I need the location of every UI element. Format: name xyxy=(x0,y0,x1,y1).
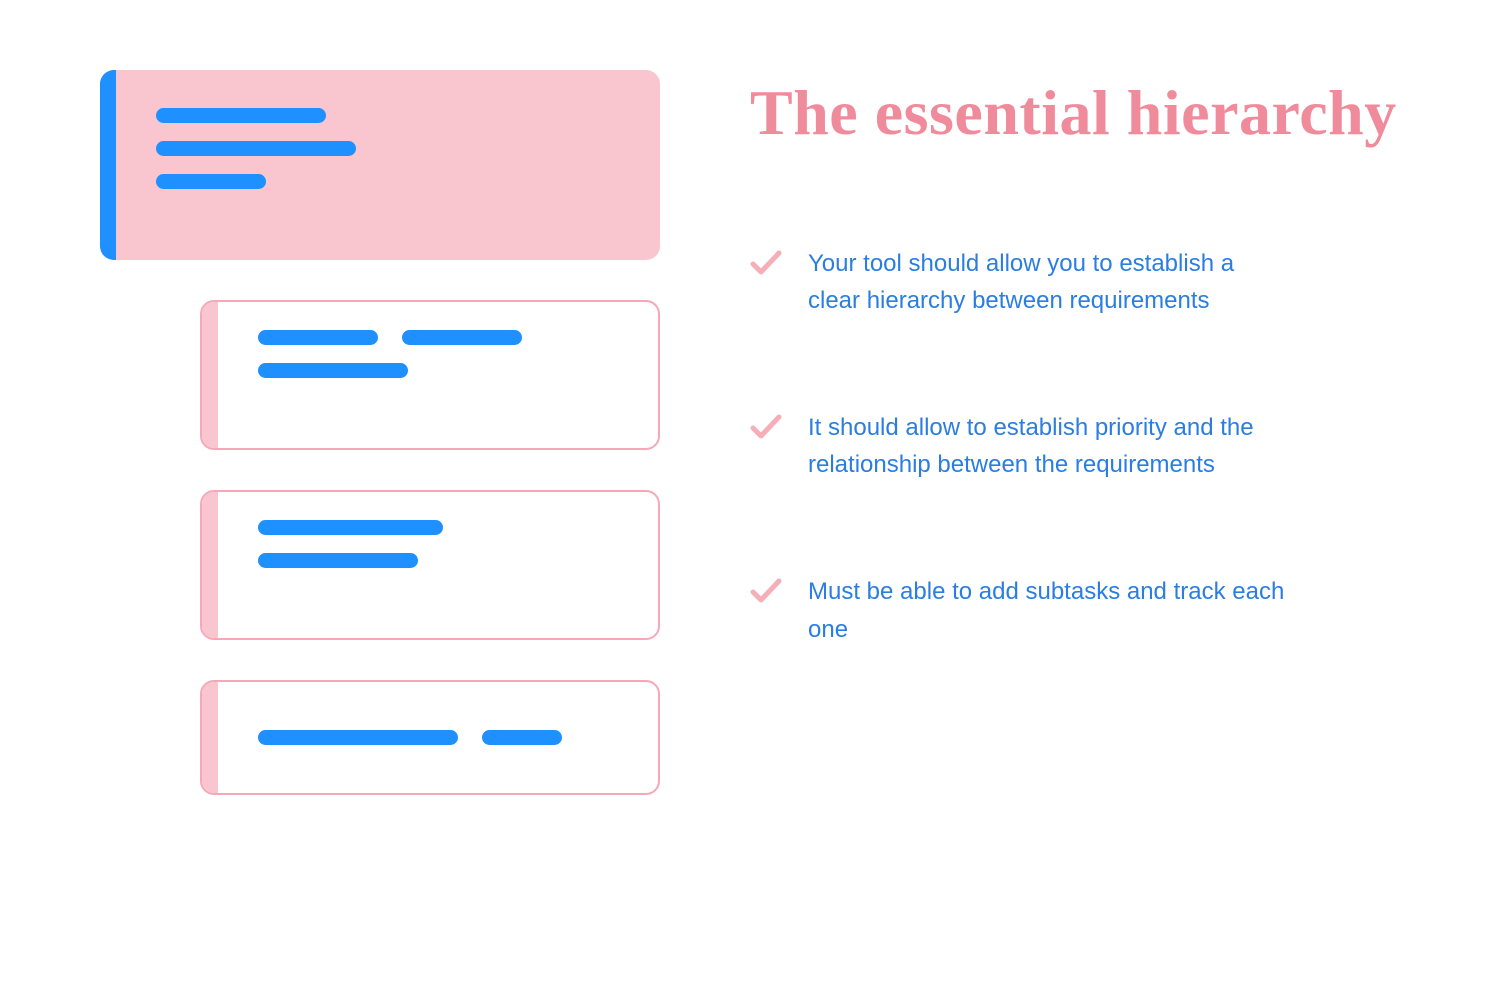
check-icon xyxy=(750,577,782,605)
text-bar-icon xyxy=(156,141,356,156)
bullet-list: Your tool should allow you to establish … xyxy=(750,245,1420,648)
text-bar-icon xyxy=(258,553,418,568)
hierarchy-child-card xyxy=(200,300,660,450)
text-bar-icon xyxy=(258,330,378,345)
check-icon xyxy=(750,249,782,277)
hierarchy-parent-card xyxy=(100,70,660,260)
bullet-text: Must be able to add subtasks and track e… xyxy=(808,573,1288,647)
content-column: The essential hierarchy Your tool should… xyxy=(740,70,1420,920)
text-bar-icon xyxy=(482,730,562,745)
hierarchy-child-card xyxy=(200,680,660,795)
card-accent-stripe xyxy=(202,492,218,638)
bullet-text: Your tool should allow you to establish … xyxy=(808,245,1288,319)
text-bar-icon xyxy=(258,730,458,745)
card-body xyxy=(116,70,660,217)
card-accent-stripe xyxy=(100,70,116,260)
bullet-item: Must be able to add subtasks and track e… xyxy=(750,573,1420,647)
text-bar-icon xyxy=(402,330,522,345)
text-bar-icon xyxy=(156,174,266,189)
page: The essential hierarchy Your tool should… xyxy=(0,0,1500,990)
text-bar-icon xyxy=(258,363,408,378)
text-bar-icon xyxy=(156,108,326,123)
bullet-item: Your tool should allow you to establish … xyxy=(750,245,1420,319)
check-icon xyxy=(750,413,782,441)
hierarchy-child-card xyxy=(200,490,660,640)
card-accent-stripe xyxy=(202,302,218,448)
card-body xyxy=(218,682,658,773)
text-bar-icon xyxy=(258,520,443,535)
card-accent-stripe xyxy=(202,682,218,793)
section-heading: The essential hierarchy xyxy=(750,76,1420,150)
hierarchy-illustration xyxy=(100,70,660,920)
bullet-item: It should allow to establish priority an… xyxy=(750,409,1420,483)
card-body xyxy=(218,492,658,596)
bullet-text: It should allow to establish priority an… xyxy=(808,409,1288,483)
card-body xyxy=(218,302,658,406)
